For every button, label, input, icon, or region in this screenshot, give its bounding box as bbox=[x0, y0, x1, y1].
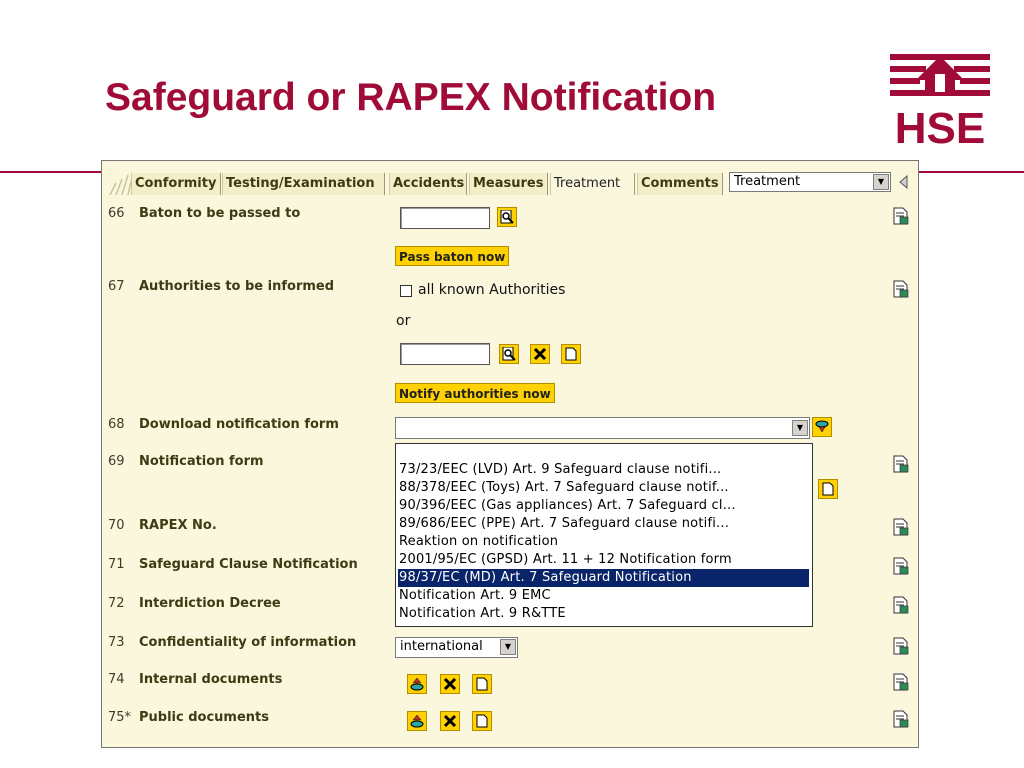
row-label-baton: Baton to be passed to bbox=[139, 206, 301, 221]
confidentiality-value: international bbox=[400, 639, 483, 654]
new-document-button[interactable] bbox=[561, 344, 581, 364]
edit-page-icon[interactable] bbox=[893, 518, 909, 536]
page-title: Safeguard or RAPEX Notification bbox=[105, 76, 717, 119]
row-number: 69 bbox=[108, 454, 125, 469]
edit-page-icon[interactable] bbox=[893, 557, 909, 575]
new-document-icon bbox=[476, 714, 488, 728]
authority-input[interactable] bbox=[400, 343, 490, 365]
row-label-rapex-no: RAPEX No. bbox=[139, 518, 217, 533]
search-button[interactable] bbox=[499, 344, 519, 364]
upload-button[interactable] bbox=[407, 674, 427, 694]
confidentiality-select[interactable]: international ▼ bbox=[395, 637, 518, 658]
tab-bar: Conformity Testing/Examination Accidents… bbox=[102, 161, 918, 197]
chevron-down-icon[interactable]: ▼ bbox=[500, 639, 516, 655]
new-document-button[interactable] bbox=[472, 711, 492, 731]
notify-authorities-button[interactable]: Notify authorities now bbox=[395, 383, 555, 403]
edit-page-icon[interactable] bbox=[893, 673, 909, 691]
dropdown-option[interactable]: 89/686/EEC (PPE) Art. 7 Safeguard clause… bbox=[398, 515, 809, 533]
row-number: 74 bbox=[108, 672, 125, 687]
row-label-public-documents: Public documents bbox=[139, 710, 269, 725]
edit-page-icon[interactable] bbox=[893, 596, 909, 614]
dropdown-option[interactable]: 2001/95/EC (GPSD) Art. 11 + 12 Notificat… bbox=[398, 551, 809, 569]
tab-treatment[interactable]: Treatment bbox=[550, 173, 635, 195]
tab-select-dropdown[interactable]: Treatment ▼ bbox=[729, 172, 891, 192]
tab-measures[interactable]: Measures bbox=[469, 173, 548, 195]
dropdown-option[interactable]: Reaktion on notification bbox=[398, 533, 809, 551]
dropdown-option[interactable]: 88/378/EEC (Toys) Art. 7 Safeguard claus… bbox=[398, 479, 809, 497]
row-number: 72 bbox=[108, 596, 125, 611]
row-number: 71 bbox=[108, 557, 125, 572]
divider-left bbox=[0, 171, 101, 173]
delete-button[interactable] bbox=[440, 674, 460, 694]
magnifier-icon bbox=[500, 210, 514, 224]
divider-right bbox=[919, 171, 1024, 173]
edit-page-icon[interactable] bbox=[893, 710, 909, 728]
dropdown-option[interactable]: 73/23/EEC (LVD) Art. 9 Safeguard clause … bbox=[398, 461, 809, 479]
row-label-confidentiality: Confidentiality of information bbox=[139, 635, 357, 650]
search-button[interactable] bbox=[497, 207, 517, 227]
download-form-select[interactable]: ▼ bbox=[395, 417, 810, 439]
row-number: 66 bbox=[108, 206, 125, 221]
upload-icon bbox=[410, 677, 424, 691]
or-text: or bbox=[396, 313, 411, 329]
dropdown-option[interactable]: Notification Art. 9 R&TTE bbox=[398, 605, 809, 623]
row-label-internal-documents: Internal documents bbox=[139, 672, 283, 687]
tab-comments[interactable]: Comments bbox=[637, 173, 723, 195]
upload-icon bbox=[410, 714, 424, 728]
tab-conformity[interactable]: Conformity bbox=[131, 173, 221, 195]
dropdown-option[interactable]: Notification Art. 9 EMC bbox=[398, 587, 809, 605]
row-number: 68 bbox=[108, 417, 125, 432]
tab-testing-examination[interactable]: Testing/Examination bbox=[222, 173, 385, 195]
row-number: 67 bbox=[108, 279, 125, 294]
new-document-icon bbox=[565, 347, 577, 361]
edit-page-icon[interactable] bbox=[893, 637, 909, 655]
delete-x-icon bbox=[443, 714, 457, 728]
delete-x-icon bbox=[443, 677, 457, 691]
delete-button[interactable] bbox=[530, 344, 550, 364]
tab-accidents[interactable]: Accidents bbox=[389, 173, 467, 195]
dropdown-option[interactable]: 90/396/EEC (Gas appliances) Art. 7 Safeg… bbox=[398, 497, 809, 515]
row-number: 75* bbox=[108, 710, 132, 725]
download-icon bbox=[815, 420, 829, 433]
new-document-icon bbox=[476, 677, 488, 691]
row-label-authorities: Authorities to be informed bbox=[139, 279, 335, 294]
edit-page-icon[interactable] bbox=[893, 280, 909, 298]
hse-logo: HSE bbox=[885, 50, 995, 153]
new-document-button[interactable] bbox=[472, 674, 492, 694]
new-document-icon bbox=[822, 482, 834, 496]
delete-x-icon bbox=[533, 347, 547, 361]
chevron-down-icon[interactable]: ▼ bbox=[873, 174, 889, 190]
all-authorities-checkbox[interactable] bbox=[400, 285, 412, 297]
tab-bar-decoration-icon bbox=[109, 173, 134, 195]
magnifier-icon bbox=[502, 347, 516, 361]
edit-page-icon[interactable] bbox=[893, 207, 909, 225]
row-label-safeguard-clause: Safeguard Clause Notification bbox=[139, 557, 358, 572]
edit-page-icon[interactable] bbox=[893, 455, 909, 473]
row-label-interdiction-decree: Interdiction Decree bbox=[139, 596, 281, 611]
new-document-button[interactable] bbox=[818, 479, 838, 499]
row-number: 70 bbox=[108, 518, 125, 533]
baton-input[interactable] bbox=[400, 207, 490, 229]
collapse-left-arrow-icon[interactable] bbox=[897, 175, 909, 189]
download-button[interactable] bbox=[812, 417, 832, 437]
download-form-options-list[interactable]: 73/23/EEC (LVD) Art. 9 Safeguard clause … bbox=[395, 443, 813, 627]
treatment-panel: Conformity Testing/Examination Accidents… bbox=[101, 160, 919, 748]
all-authorities-label: all known Authorities bbox=[418, 282, 566, 298]
row-label-download-form: Download notification form bbox=[139, 417, 339, 432]
delete-button[interactable] bbox=[440, 711, 460, 731]
row-label-notification-form: Notification form bbox=[139, 454, 264, 469]
tab-select-value: Treatment bbox=[734, 174, 801, 189]
row-number: 73 bbox=[108, 635, 125, 650]
pass-baton-button[interactable]: Pass baton now bbox=[395, 246, 510, 266]
hse-logo-text: HSE bbox=[895, 104, 985, 146]
upload-button[interactable] bbox=[407, 711, 427, 731]
chevron-down-icon[interactable]: ▼ bbox=[792, 420, 808, 436]
dropdown-option-selected[interactable]: 98/37/EC (MD) Art. 7 Safeguard Notificat… bbox=[398, 569, 809, 587]
